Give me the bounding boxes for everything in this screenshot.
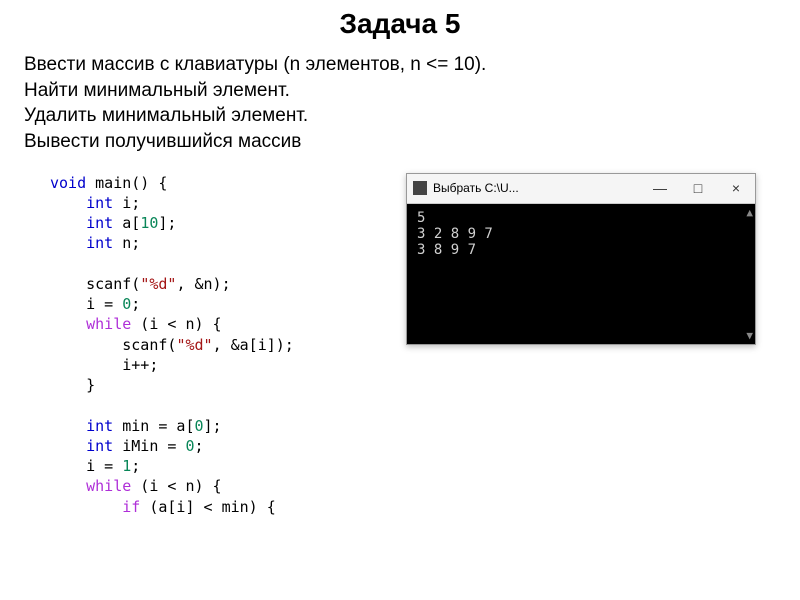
while1-cond: (i < n) { bbox=[131, 315, 221, 333]
slide: Задача 5 Ввести массив с клавиатуры (n э… bbox=[0, 0, 800, 600]
scanf1-call: scanf( bbox=[86, 275, 140, 293]
kw-int-4: int bbox=[86, 417, 113, 435]
desc-line-3: Удалить минимальный элемент. bbox=[24, 103, 776, 129]
kw-int-1: int bbox=[86, 194, 113, 212]
console-window: Выбрать C:\U... — □ × ▲ 5 3 2 8 9 7 3 8 9… bbox=[406, 173, 756, 345]
semi-2: ; bbox=[195, 437, 204, 455]
scanf2-arg: , &a[i]); bbox=[213, 336, 294, 354]
kw-while-2: while bbox=[86, 477, 131, 495]
var-i: i; bbox=[113, 194, 140, 212]
desc-line-2: Найти минимальный элемент. bbox=[24, 78, 776, 104]
zero-2: 0 bbox=[185, 437, 194, 455]
scanf1-arg: , &n); bbox=[176, 275, 230, 293]
console-body[interactable]: ▲ 5 3 2 8 9 7 3 8 9 7 ▼ bbox=[407, 204, 755, 344]
console-line-2: 3 2 8 9 7 bbox=[417, 226, 493, 242]
kw-int-5: int bbox=[86, 437, 113, 455]
kw-int-2: int bbox=[86, 214, 113, 232]
kw-void: void bbox=[50, 174, 86, 192]
min-decl: min = a[ bbox=[113, 417, 194, 435]
scanf2-call: scanf( bbox=[122, 336, 176, 354]
var-n: n; bbox=[113, 234, 140, 252]
fmt-1: "%d" bbox=[140, 275, 176, 293]
imin-decl: iMin = bbox=[113, 437, 185, 455]
content-row: void main() { int i; int a[10]; int n; s… bbox=[24, 173, 776, 517]
if-cond: (a[i] < min) { bbox=[140, 498, 275, 516]
min-idx: 0 bbox=[195, 417, 204, 435]
desc-line-1: Ввести массив с клавиатуры (n элементов,… bbox=[24, 52, 776, 78]
i-eq-2: i = bbox=[86, 457, 122, 475]
task-description: Ввести массив с клавиатуры (n элементов,… bbox=[24, 52, 776, 155]
rsq-semi-1: ]; bbox=[204, 417, 222, 435]
zero-1: 0 bbox=[122, 295, 131, 313]
rbrace-1: } bbox=[86, 376, 95, 394]
kw-int-3: int bbox=[86, 234, 113, 252]
close-button[interactable]: × bbox=[723, 180, 749, 196]
while2-cond: (i < n) { bbox=[131, 477, 221, 495]
console-line-3: 3 8 9 7 bbox=[417, 242, 476, 258]
i-eq: i = bbox=[86, 295, 122, 313]
task-heading: Задача 5 bbox=[24, 8, 776, 40]
maximize-button[interactable]: □ bbox=[685, 180, 711, 196]
arr-name: a[ bbox=[113, 214, 140, 232]
code-block: void main() { int i; int a[10]; int n; s… bbox=[24, 173, 388, 517]
app-icon bbox=[413, 181, 427, 195]
scroll-down-icon[interactable]: ▼ bbox=[746, 329, 753, 342]
arr-close: ]; bbox=[158, 214, 176, 232]
kw-if: if bbox=[122, 498, 140, 516]
semi-3: ; bbox=[131, 457, 140, 475]
window-titlebar[interactable]: Выбрать C:\U... — □ × bbox=[407, 174, 755, 204]
window-buttons: — □ × bbox=[647, 180, 749, 196]
ipp-1: i++; bbox=[122, 356, 158, 374]
scroll-up-icon[interactable]: ▲ bbox=[746, 206, 753, 219]
one-1: 1 bbox=[122, 457, 131, 475]
console-wrap: Выбрать C:\U... — □ × ▲ 5 3 2 8 9 7 3 8 9… bbox=[406, 173, 776, 517]
semi-1: ; bbox=[131, 295, 140, 313]
kw-while-1: while bbox=[86, 315, 131, 333]
desc-line-4: Вывести получившийся массив bbox=[24, 129, 776, 155]
minimize-button[interactable]: — bbox=[647, 180, 673, 196]
window-title: Выбрать C:\U... bbox=[433, 181, 641, 195]
main-sig: main() { bbox=[86, 174, 167, 192]
console-line-1: 5 bbox=[417, 210, 425, 226]
fmt-2: "%d" bbox=[176, 336, 212, 354]
arr-size: 10 bbox=[140, 214, 158, 232]
